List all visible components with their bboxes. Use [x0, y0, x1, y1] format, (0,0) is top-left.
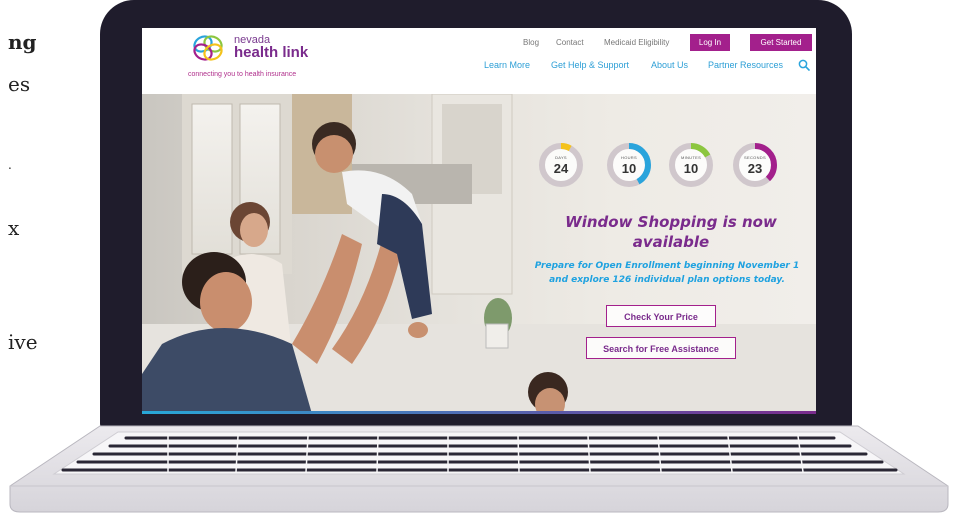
- logo-tagline: connecting you to health insurance: [188, 71, 297, 78]
- get-started-button[interactable]: Get Started: [750, 34, 812, 51]
- hero-banner: DAYS 24 HOURS 10 MINUTES 10 SECONDS 23 W…: [142, 94, 816, 414]
- nevada-health-link-logo-icon: [193, 35, 223, 61]
- countdown-minutes-label: MINUTES: [680, 155, 702, 160]
- hero-headline: Window Shopping is now available: [546, 212, 796, 252]
- laptop-keyboard-base: [9, 425, 949, 513]
- laptop-screen: nevada health link connecting you to hea…: [142, 28, 816, 414]
- countdown-hours-label: HOURS: [621, 155, 637, 160]
- countdown-hours: HOURS 10: [606, 142, 652, 188]
- nav-get-help-support[interactable]: Get Help & Support: [551, 60, 629, 70]
- countdown-days-value: 24: [553, 161, 569, 176]
- login-button[interactable]: Log In: [690, 34, 730, 51]
- hero-accent-line: [142, 411, 816, 414]
- article-dot: .: [8, 158, 12, 172]
- countdown-minutes: MINUTES 10: [668, 142, 714, 188]
- search-icon[interactable]: [798, 59, 810, 71]
- countdown-days-label: DAYS: [555, 155, 567, 160]
- hero-headline-line-1: Window Shopping is now: [565, 213, 777, 231]
- nav-learn-more[interactable]: Learn More: [484, 60, 530, 70]
- blog-link[interactable]: Blog: [523, 38, 539, 47]
- article-line-4: ive: [8, 330, 38, 354]
- nav-about-us[interactable]: About Us: [651, 60, 688, 70]
- search-free-assistance-button[interactable]: Search for Free Assistance: [586, 337, 736, 359]
- hero-subheadline-line-2: and explore 126 individual plan options …: [549, 275, 785, 285]
- site-header: nevada health link connecting you to hea…: [142, 28, 816, 94]
- medicaid-eligibility-link[interactable]: Medicaid Eligibility: [604, 38, 669, 47]
- countdown-seconds: SECONDS 23: [732, 142, 778, 188]
- article-line-3: x: [8, 216, 20, 240]
- hero-headline-line-2: available: [632, 233, 710, 251]
- countdown-hours-value: 10: [621, 161, 637, 176]
- article-line-1: ng: [8, 30, 37, 54]
- countdown-minutes-value: 10: [683, 161, 699, 176]
- check-your-price-button[interactable]: Check Your Price: [606, 305, 716, 327]
- article-line-2: es: [8, 72, 31, 96]
- hero-subheadline: Prepare for Open Enrollment beginning No…: [512, 259, 816, 287]
- logo-text-health-link[interactable]: health link: [234, 44, 308, 61]
- hero-subheadline-line-1: Prepare for Open Enrollment beginning No…: [534, 261, 800, 271]
- countdown-seconds-label: SECONDS: [744, 155, 766, 160]
- countdown-days: DAYS 24: [538, 142, 584, 188]
- contact-link[interactable]: Contact: [556, 38, 584, 47]
- hero-family-photo: [142, 94, 816, 414]
- countdown-seconds-value: 23: [747, 161, 763, 176]
- nav-partner-resources[interactable]: Partner Resources: [708, 60, 783, 70]
